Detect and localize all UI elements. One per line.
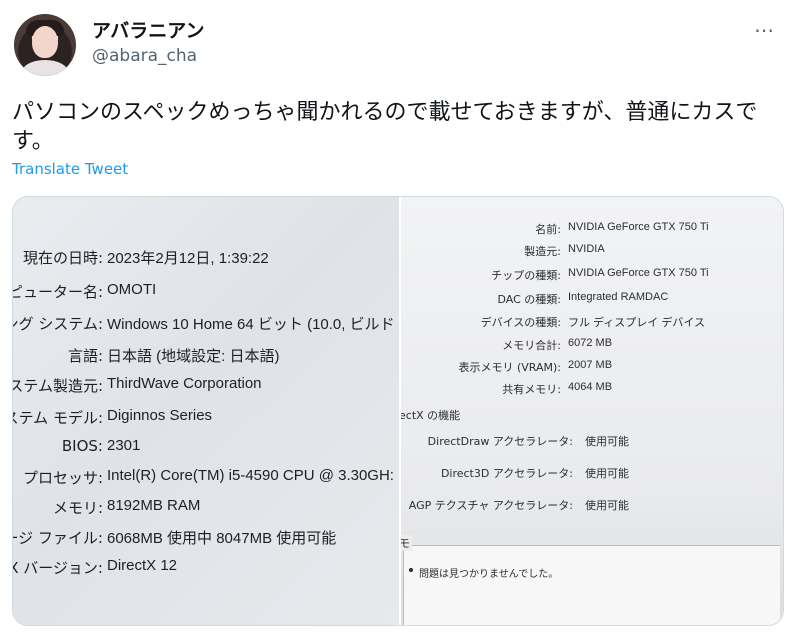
ellipsis-icon[interactable]: ⋯ (754, 18, 775, 42)
spec-value: Windows 10 Home 64 ビット (10.0, ビルド 1 (107, 316, 399, 333)
feature-value: 使用可能 (585, 467, 629, 480)
spec-value: OMOTI (107, 281, 157, 298)
gpu-label: DAC の種類: (497, 293, 562, 306)
spec-label: 現在の日時: (22, 249, 103, 267)
avatar[interactable] (14, 14, 76, 76)
gpu-value: NVIDIA GeForce GTX 750 Ti (568, 221, 709, 233)
gpu-label: 表示メモリ (VRAM): (458, 361, 561, 374)
spec-label: メモリ: (52, 499, 103, 517)
notes-box (403, 545, 780, 625)
spec-label: BIOS: (61, 437, 103, 455)
author-handle[interactable]: @abara_cha (92, 46, 197, 66)
feature-value: 使用可能 (585, 499, 629, 512)
spec-value: 日本語 (地域設定: 日本語) (107, 348, 280, 365)
gpu-label: 製造元: (524, 245, 561, 258)
notes-heading: モ (401, 535, 412, 551)
tweet-media[interactable]: 現在の日時: 2023年2月12日, 1:39:22 ピューター名: OMOTI… (12, 196, 784, 626)
gpu-value: 2007 MB (568, 359, 613, 371)
spec-value: DirectX 12 (107, 557, 178, 574)
display-info-photo[interactable]: 名前: NVIDIA GeForce GTX 750 Ti 製造元: NVIDI… (401, 197, 783, 625)
notes-text: 問題は見つかりませんでした。 (419, 569, 559, 580)
spec-label: 言語: (67, 347, 103, 365)
spec-value: 6068MB 使用中 8047MB 使用可能 (107, 530, 337, 547)
system-info-photo[interactable]: 現在の日時: 2023年2月12日, 1:39:22 ピューター名: OMOTI… (13, 197, 399, 625)
spec-label: ング システム: (13, 315, 103, 333)
avatar-body (22, 60, 68, 76)
spec-label: ステム製造元: (13, 377, 103, 395)
gpu-value: NVIDIA GeForce GTX 750 Ti (568, 267, 709, 279)
gpu-label: 名前: (535, 223, 561, 236)
feature-label: DirectDraw アクセラレータ: (427, 435, 573, 448)
gpu-label: チップの種類: (491, 269, 561, 282)
feature-label: Direct3D アクセラレータ: (440, 467, 573, 480)
spec-value: Diginnos Series (107, 407, 213, 424)
gpu-label: メモリ合計: (502, 339, 561, 352)
spec-value: 2023年2月12日, 1:39:22 (107, 250, 269, 267)
gpu-label: 共有メモリ: (502, 383, 561, 396)
avatar-face (32, 26, 58, 58)
spec-label: ピューター名: (13, 283, 103, 301)
gpu-value: Integrated RAMDAC (568, 291, 669, 303)
spec-value: ThirdWave Corporation (107, 375, 262, 392)
spec-value: Intel(R) Core(TM) i5-4590 CPU @ 3.30GH: (107, 467, 394, 484)
feature-label: AGP テクスチャ アクセラレータ: (408, 499, 573, 512)
bullet-icon (409, 568, 413, 572)
gpu-label: デバイスの種類: (480, 316, 561, 329)
spec-label: プロセッサ: (22, 469, 103, 487)
gpu-value: NVIDIA (568, 243, 605, 255)
spec-label: ステム モデル: (13, 409, 103, 427)
directx-features-heading: ectX の機能 (401, 409, 461, 422)
gpu-value: 4064 MB (568, 381, 613, 393)
spec-label: X バージョン: (13, 559, 103, 577)
spec-value: 8192MB RAM (107, 497, 201, 514)
spec-value: 2301 (107, 437, 141, 454)
gpu-value: 6072 MB (568, 337, 613, 349)
gpu-value: フル ディスプレイ デバイス (568, 317, 706, 329)
translate-tweet-link[interactable]: Translate Tweet (12, 160, 128, 178)
author-name[interactable]: アバラニアン (92, 16, 204, 43)
spec-label: ージ ファイル: (13, 529, 103, 547)
tweet-text: パソコンのスペックめっちゃ聞かれるので載せておきますが、普通にカスです。 (12, 100, 758, 154)
feature-value: 使用可能 (585, 435, 629, 448)
